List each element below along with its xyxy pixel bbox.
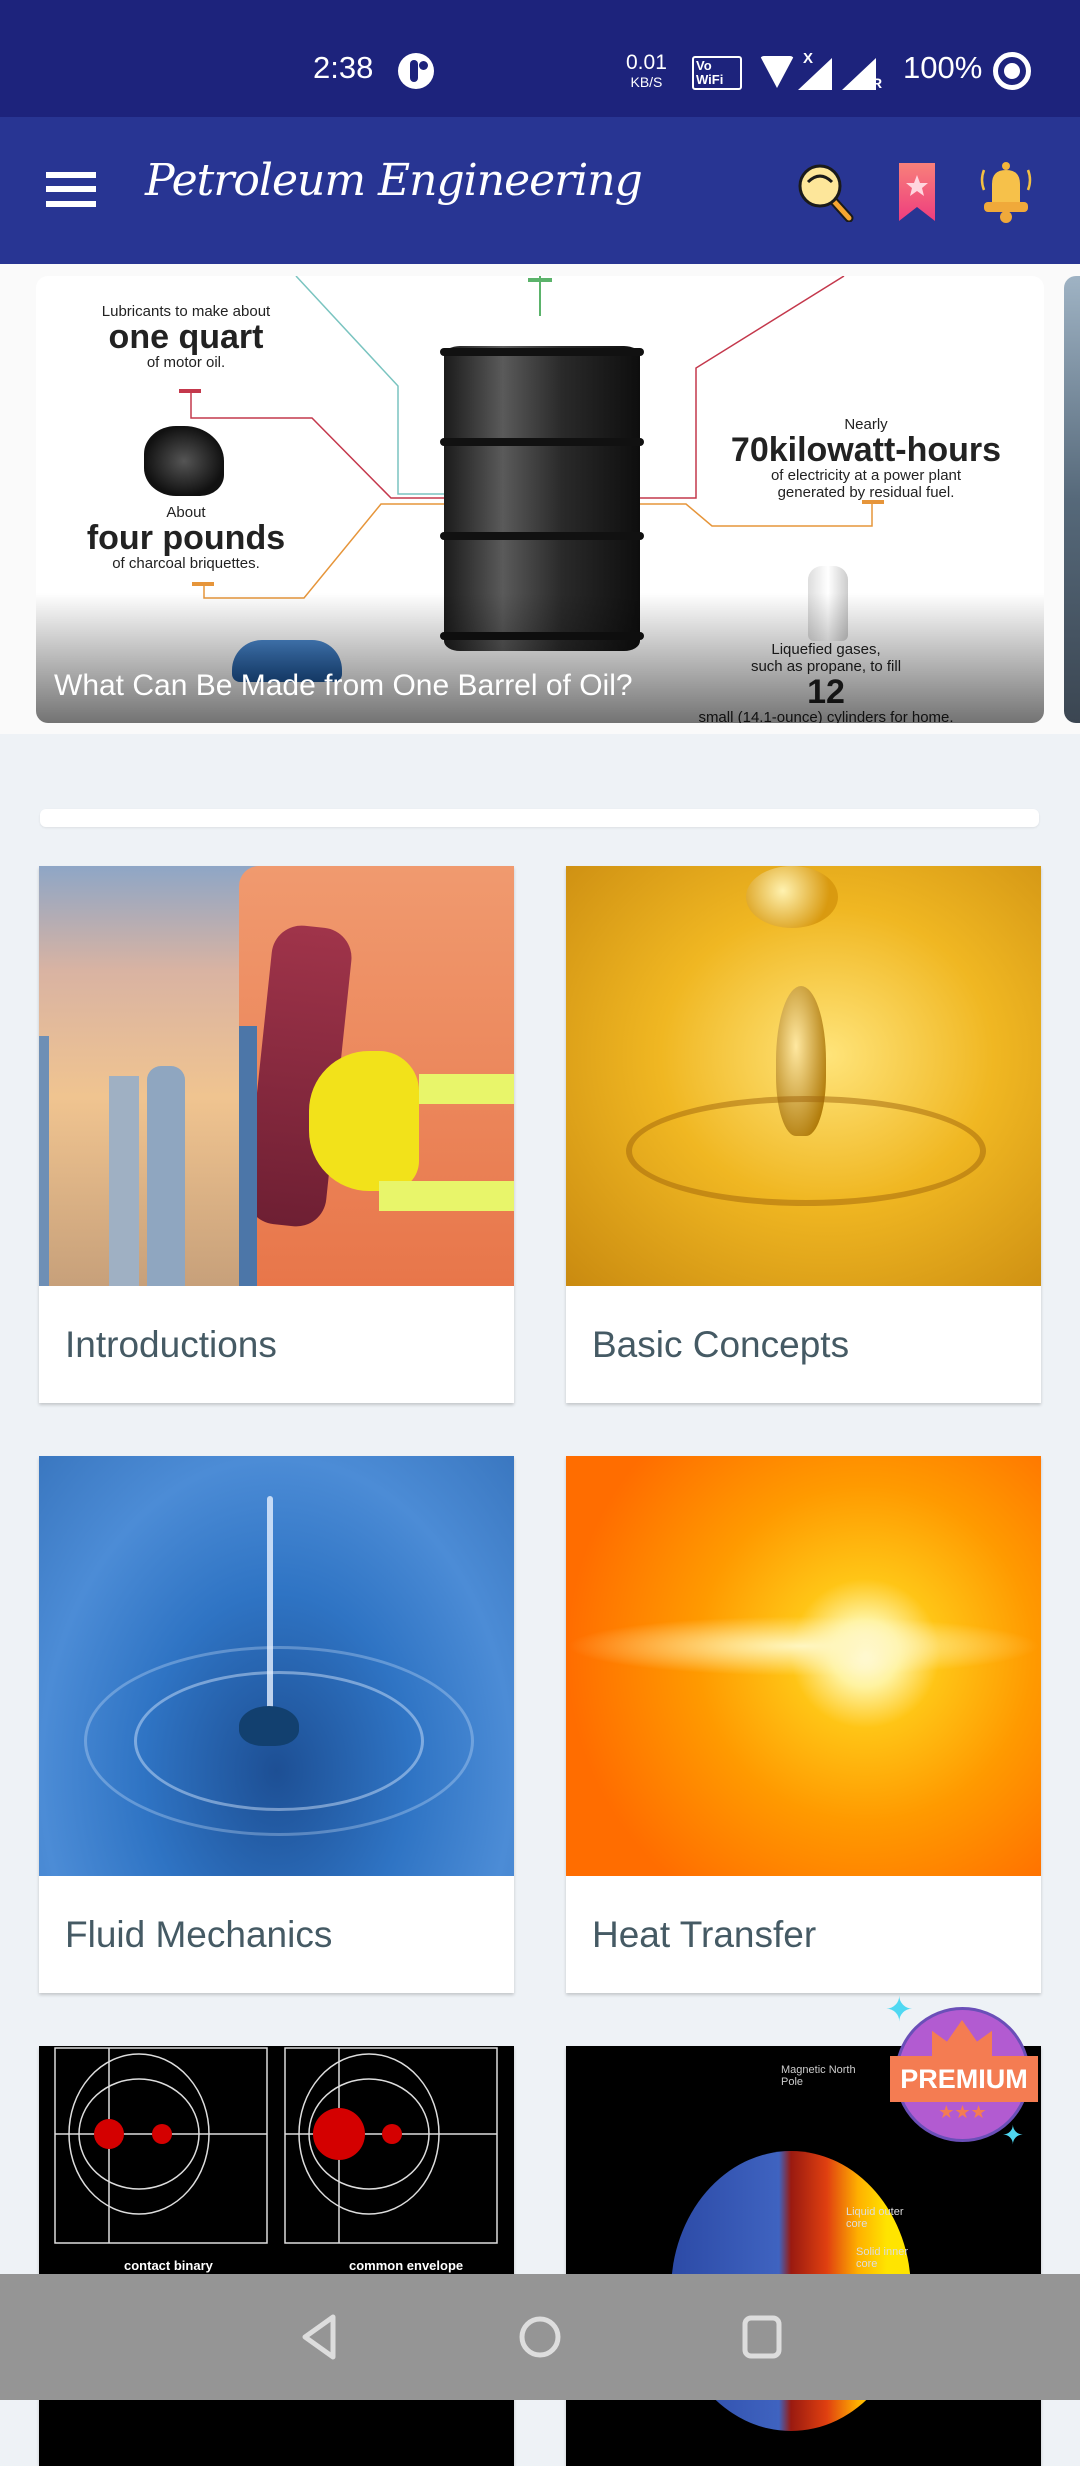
category-card-heat-transfer[interactable]: Heat Transfer [566, 1456, 1041, 1993]
binary-caption-1: contact binary [124, 2258, 213, 2273]
electricity-big: 70kilowatt-hours [730, 431, 1002, 469]
fluid-mechanics-image [39, 1456, 514, 1876]
vowifi-icon: Vo WiFi [692, 56, 742, 90]
system-nav-bar [0, 2274, 1080, 2400]
infographic-charcoal: About four pounds of charcoal briquettes… [76, 504, 296, 572]
heat-transfer-image [566, 1456, 1041, 1876]
category-card-basic-concepts[interactable]: Basic Concepts [566, 866, 1041, 1403]
carousel-slide[interactable]: Lubricants to make about one quart of mo… [36, 276, 1044, 723]
no-data-mark: X [803, 50, 814, 67]
binary-stars-image: contact binary common envelope [39, 2046, 514, 2466]
status-bar: 2:38 0.01 KB/S Vo WiFi X R 100% [0, 0, 1080, 117]
network-speed: 0.01 KB/S [626, 52, 667, 89]
back-button[interactable] [295, 2312, 345, 2362]
network-speed-unit: KB/S [630, 74, 663, 90]
battery-level: 100% [903, 50, 983, 85]
category-label: Heat Transfer [592, 1913, 817, 1955]
infographic-electricity: Nearly 70kilowatt-hours of electricity a… [716, 416, 1016, 501]
premium-button[interactable]: PREMIUM ★★★ [890, 2002, 1038, 2147]
lubricants-big: one quart [108, 318, 264, 356]
menu-icon[interactable] [46, 170, 98, 208]
app-title: Petroleum Engineering [145, 155, 643, 206]
clock: 2:38 [313, 50, 374, 85]
home-button[interactable] [515, 2312, 565, 2362]
wifi-icon [760, 56, 794, 88]
bookmark-icon[interactable] [897, 163, 937, 223]
category-card-binary-stars[interactable]: contact binary common envelope [39, 2046, 514, 2466]
signal-roaming-icon [842, 58, 876, 90]
section-strip [40, 809, 1039, 827]
bell-icon[interactable] [978, 160, 1034, 224]
charcoal-big: four pounds [86, 519, 286, 557]
search-icon[interactable] [795, 162, 855, 223]
roaming-mark: R [872, 75, 883, 91]
vowifi-line2: WiFi [696, 72, 724, 87]
notification-app-icon [398, 53, 434, 89]
recents-button[interactable] [737, 2312, 787, 2362]
category-card-fluid-mechanics[interactable]: Fluid Mechanics [39, 1456, 514, 1993]
lubricants-post: of motor oil. [146, 354, 226, 371]
featured-carousel[interactable]: Lubricants to make about one quart of mo… [0, 264, 1080, 734]
electricity-post2: generated by residual fuel. [777, 484, 955, 501]
electricity-post1: of electricity at a power plant [770, 467, 962, 484]
introductions-image [39, 866, 514, 1286]
caption-gradient [36, 593, 1044, 723]
category-label: Introductions [65, 1323, 277, 1365]
network-speed-value: 0.01 [626, 51, 667, 74]
category-card-introductions[interactable]: Introductions [39, 866, 514, 1403]
stars-icon: ★★★ [938, 2102, 987, 2122]
basic-concepts-image [566, 866, 1041, 1286]
battery-icon [993, 52, 1031, 90]
premium-label: PREMIUM [890, 2056, 1038, 2102]
earth-caption-3: Solid inner core [856, 2246, 908, 2270]
charcoal-image [144, 426, 224, 496]
binary-caption-2: common envelope [349, 2258, 464, 2273]
infographic-lubricants: Lubricants to make about one quart of mo… [86, 303, 286, 371]
category-label: Fluid Mechanics [65, 1913, 333, 1955]
vowifi-line1: Vo [696, 58, 712, 73]
next-slide-peek[interactable] [1064, 276, 1080, 723]
earth-caption-1: Magnetic North Pole [781, 2064, 856, 2088]
earth-caption-2: Liquid outer core [846, 2206, 904, 2230]
charcoal-post: of charcoal briquettes. [112, 555, 260, 572]
category-label: Basic Concepts [592, 1323, 850, 1365]
carousel-caption[interactable]: What Can Be Made from One Barrel of Oil? [54, 669, 633, 703]
